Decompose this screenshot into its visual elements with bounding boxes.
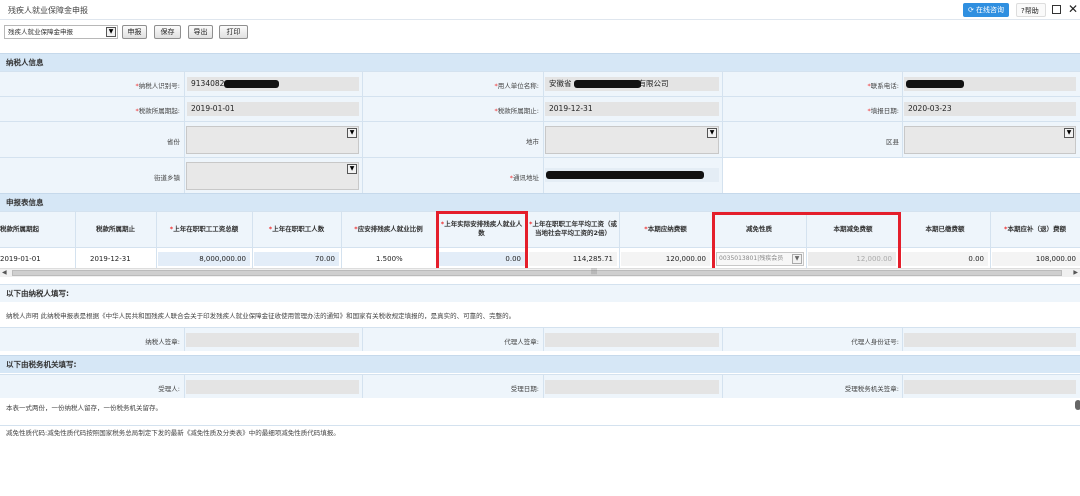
cell-paid: 0.00 (902, 252, 988, 266)
province-label: 省份 (167, 138, 180, 146)
scrollbar-thumb[interactable]: ||| (12, 268, 1062, 276)
period-end-field[interactable]: 2019-12-31 (545, 102, 719, 116)
toolbar: 残疾人就业保障金申报 ▼ 申报 保存 导出 打印 (0, 22, 1080, 42)
agent-id-label: 代理人身份证号: (851, 338, 899, 346)
print-button[interactable]: 打印 (219, 25, 248, 39)
taxpayer-row-4: 街道乡镇 ▼ *通讯地址 (0, 157, 1080, 194)
cell-period-end: 2019-12-31 (90, 255, 131, 263)
taxpayer-sign-row: 纳税人签章: 代理人签章: 代理人身份证号: (0, 327, 1080, 351)
chevron-down-icon[interactable]: ▼ (707, 128, 717, 138)
period-end-label: *税款所属期止: (494, 107, 539, 115)
taxpayer-id-label: *纳税人识别号: (135, 82, 180, 90)
col-ratio: * 应安排残疾人就业比例 (354, 224, 423, 233)
side-handle[interactable] (1075, 400, 1080, 410)
phone-label: *联系电话: (867, 82, 899, 90)
agent-sign-label: 代理人签章: (504, 338, 539, 346)
chevron-down-icon[interactable]: ▼ (1064, 128, 1074, 138)
col-paid: 本期已缴费额 (925, 224, 965, 233)
redaction-mark (574, 80, 641, 88)
col-period-end: 税款所属期止 (96, 224, 135, 233)
fill-date-field[interactable]: 2020-03-23 (904, 102, 1076, 116)
tax-office-row: 受理人: 受理日期: 受理税务机关签章: (0, 374, 1080, 398)
redaction-mark (224, 80, 279, 88)
declare-button[interactable]: 申报 (122, 25, 147, 39)
receive-date-field[interactable] (545, 380, 719, 394)
cell-refund-due: 108,000.00 (992, 252, 1080, 266)
city-select[interactable]: ▼ (545, 126, 719, 154)
taxpayer-row-1: *纳税人识别号: 91340824 *用人单位名称: 安徽省 有限公司 *联系电话… (0, 71, 1080, 96)
city-label: 地市 (526, 138, 539, 146)
highlight-box-disabled-employed (436, 211, 528, 272)
address-label: *通讯地址 (509, 174, 539, 182)
online-consult-button[interactable]: ⟳ 在线咨询 (963, 3, 1009, 17)
office-seal-field[interactable] (904, 380, 1076, 394)
receive-date-label: 受理日期: (510, 385, 539, 393)
horizontal-scrollbar[interactable]: ◀ ||| ▶ (0, 268, 1080, 277)
col-payable: * 本期应纳费额 (644, 224, 687, 233)
refresh-icon: ⟳ (967, 6, 974, 14)
employer-name-label: *用人单位名称: (494, 82, 539, 90)
form-select[interactable]: 残疾人就业保障金申报 ▼ (4, 25, 118, 39)
scroll-right-icon[interactable]: ▶ (1073, 269, 1078, 276)
district-select[interactable]: ▼ (904, 126, 1076, 154)
agent-sign-field[interactable] (545, 333, 719, 347)
redaction-mark (546, 171, 704, 179)
taxpayer-row-2: *税款所属期起: 2019-01-01 *税款所属期止: 2019-12-31 … (0, 96, 1080, 121)
restore-icon[interactable] (1052, 5, 1061, 14)
col-period-start: 税款所属期起 (0, 224, 39, 233)
taxpayer-sign-field[interactable] (186, 333, 359, 347)
fill-date-label: *填报日期: (867, 107, 899, 115)
cell-employee-count[interactable]: 70.00 (254, 252, 339, 266)
col-employee-count: * 上年在职职工人数 (268, 224, 325, 233)
taxpayer-section-title: 纳税人信息 (0, 53, 1080, 71)
chevron-down-icon[interactable]: ▼ (347, 128, 357, 138)
district-label: 区县 (886, 138, 899, 146)
street-select[interactable]: ▼ (186, 162, 359, 190)
title-bar: 残疾人就业保障金申报 ⟳ 在线咨询 ?帮助 ✕ (0, 0, 1080, 20)
taxpayer-statement: 纳税人声明 此纳税申报表是根据《中华人民共和国残疾人联合会关于印发残疾人就业保障… (6, 312, 516, 320)
help-button[interactable]: ?帮助 (1016, 3, 1046, 17)
export-button[interactable]: 导出 (188, 25, 213, 39)
col-total-wages: * 上年在职职工工资总额 (169, 224, 239, 233)
office-seal-label: 受理税务机关签章: (844, 385, 899, 393)
relief-code-note: 减免性质代码:减免性质代码按照国家税务总局制定下发的最新《减免性质及分类表》中的… (0, 425, 1080, 440)
table-row: 2019-01-01 2019-12-31 8,000,000.00 70.00… (0, 247, 1080, 268)
cell-total-wages[interactable]: 8,000,000.00 (158, 252, 250, 266)
col-avg-salary: *上年在职职工年平均工资（或当地社会平均工资的2倍） (529, 220, 617, 237)
declaration-section-title: 申报表信息 (0, 193, 1080, 211)
cell-payable: 120,000.00 (621, 252, 710, 266)
taxpayer-row-3: 省份 ▼ 地市 ▼ 区县 ▼ (0, 121, 1080, 157)
taxpayer-fill-title: 以下由纳税人填写: (0, 284, 1080, 302)
highlight-box-relief (712, 212, 901, 273)
agent-id-field[interactable] (904, 333, 1076, 347)
declaration-header-row: 税款所属期起 税款所属期止 * 上年在职职工工资总额 * 上年在职职工人数 * 应安排… (0, 211, 1080, 247)
receiver-field[interactable] (186, 380, 359, 394)
cell-period-start: 2019-01-01 (0, 255, 41, 263)
period-start-label: *税款所属期起: (135, 107, 180, 115)
save-button[interactable]: 保存 (154, 25, 181, 39)
chevron-down-icon[interactable]: ▼ (106, 27, 116, 37)
taxpayer-sign-label: 纳税人签章: (145, 338, 180, 346)
scroll-left-icon[interactable]: ◀ (2, 269, 7, 276)
street-label: 街道乡镇 (154, 174, 180, 182)
redaction-mark (906, 80, 964, 88)
cell-ratio: 1.500% (376, 255, 403, 263)
chevron-down-icon[interactable]: ▼ (347, 164, 357, 174)
period-start-field[interactable]: 2019-01-01 (187, 102, 359, 116)
col-refund-due: * 本期应补（退）费额 (1004, 224, 1066, 233)
tax-office-fill-title: 以下由税务机关填写: (0, 355, 1080, 373)
window-title: 残疾人就业保障金申报 (8, 6, 88, 15)
copies-note: 本表一式两份，一份纳税人留存，一份税务机关留存。 (6, 404, 162, 412)
close-icon[interactable]: ✕ (1068, 2, 1078, 16)
receiver-label: 受理人: (158, 385, 180, 393)
province-select[interactable]: ▼ (186, 126, 359, 154)
cell-avg-salary: 114,285.71 (529, 252, 617, 266)
